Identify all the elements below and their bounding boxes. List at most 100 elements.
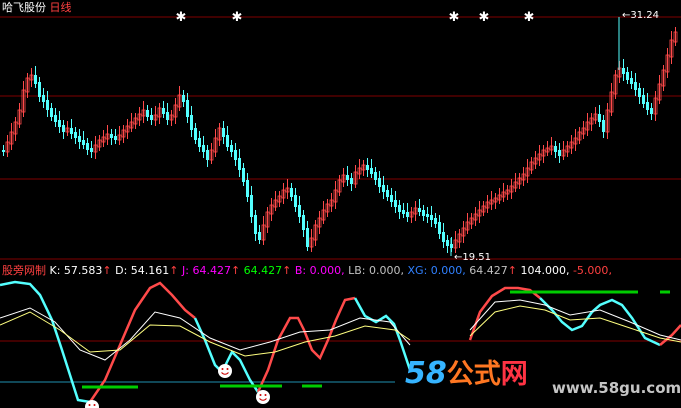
star-marker-icon: ✱ xyxy=(524,10,535,25)
high-price-label: ←31.24 xyxy=(622,10,660,21)
candle-body xyxy=(554,146,557,152)
watermark-logo: 58公式网 xyxy=(405,356,528,391)
candle-body xyxy=(194,128,197,140)
candle-body xyxy=(62,125,65,132)
stock-chart-canvas[interactable]: ✱ ✱ ✱ ✱ ✱ xyxy=(0,0,681,408)
indicator-value-2: J: 64.427↑ xyxy=(178,264,241,277)
candle-body xyxy=(306,228,309,247)
candle-body xyxy=(350,178,353,184)
j-line-segment xyxy=(88,281,196,403)
candle-body xyxy=(78,136,81,142)
candle-body xyxy=(242,168,245,182)
candle-body xyxy=(54,115,57,122)
stock-name: 哈飞股份 xyxy=(2,1,46,14)
candle-body xyxy=(90,148,93,152)
indicator-value-5: LB: 0.000, xyxy=(344,264,405,277)
smiley-eye xyxy=(264,394,267,396)
candle-body xyxy=(390,195,393,202)
candle-body xyxy=(186,100,189,117)
candle-body xyxy=(166,112,169,120)
candle-body xyxy=(434,218,437,224)
candle-body xyxy=(58,120,61,127)
candle-body xyxy=(402,210,405,214)
signal-markers: ✱ ✱ ✱ ✱ ✱ xyxy=(85,10,534,408)
watermark-url: www.58gu.com xyxy=(552,379,681,397)
candle-body xyxy=(406,212,409,217)
low-price-label: ←19.51 xyxy=(454,252,492,263)
candle-body xyxy=(378,178,381,187)
smiley-eye xyxy=(93,404,96,406)
candle-body xyxy=(226,135,229,147)
candle-body xyxy=(110,134,113,138)
j-line-segment xyxy=(193,317,260,393)
candle-body xyxy=(258,232,261,240)
candle-body xyxy=(46,100,49,110)
candle-body xyxy=(50,108,53,117)
indicator-value-0: K: 57.583↑ xyxy=(49,264,112,277)
indicator-value-9: -5.000, xyxy=(569,264,612,277)
indicator-header: 股旁网制 K: 57.583↑ D: 54.161↑ J: 64.427↑ 64… xyxy=(2,265,612,277)
smiley-eye xyxy=(259,394,262,396)
candle-body xyxy=(386,190,389,197)
smiley-eye xyxy=(226,368,229,370)
candle-body xyxy=(294,195,297,207)
candle-body xyxy=(146,110,149,117)
period-label[interactable]: 日线 xyxy=(50,1,72,14)
candle-body xyxy=(426,214,429,217)
candle-body xyxy=(626,72,629,80)
candle-body xyxy=(602,120,605,132)
candle-body xyxy=(650,108,653,114)
candle-body xyxy=(70,128,73,134)
candle-body xyxy=(302,215,305,230)
candle-body xyxy=(222,128,225,137)
candle-body xyxy=(446,240,449,246)
candle-body xyxy=(638,88,641,97)
candle-body xyxy=(198,138,201,147)
candle-body xyxy=(622,68,625,74)
candle-body xyxy=(298,205,301,217)
star-marker-icon: ✱ xyxy=(479,10,490,25)
candle-body xyxy=(34,75,37,84)
candle-body xyxy=(182,95,185,102)
j-line-segment xyxy=(468,286,541,341)
candle-body xyxy=(234,150,237,160)
candle-body xyxy=(370,168,373,174)
candle-body xyxy=(190,115,193,130)
candle-body xyxy=(254,215,257,234)
indicator-value-4: B: 0.000, xyxy=(291,264,345,277)
candle-body xyxy=(642,95,645,104)
candle-body xyxy=(162,108,165,114)
candle-body xyxy=(86,143,89,150)
candle-body xyxy=(558,150,561,156)
candle-body xyxy=(206,150,209,160)
smiley-face xyxy=(256,390,270,404)
candle-body xyxy=(150,115,153,120)
smiley-face xyxy=(218,364,232,378)
candle-body xyxy=(42,95,45,102)
candle-body xyxy=(438,222,441,234)
candle-body xyxy=(646,102,649,110)
candle-body xyxy=(114,136,117,140)
candlestick-series xyxy=(2,17,678,256)
indicator-value-7: 64.427↑ xyxy=(465,264,517,277)
j-line-segment xyxy=(659,324,681,346)
candle-body xyxy=(346,175,349,180)
candle-body xyxy=(418,208,421,212)
chart-title: 哈飞股份 日线 xyxy=(2,2,72,14)
candle-body xyxy=(598,114,601,122)
indicator-value-1: D: 54.161↑ xyxy=(111,264,179,277)
indicator-name[interactable]: 股旁网制 xyxy=(2,264,46,277)
candle-body xyxy=(366,165,369,170)
candle-body xyxy=(430,215,433,220)
candle-body xyxy=(630,78,633,84)
candle-body xyxy=(374,172,377,180)
j-line-segment xyxy=(256,296,356,393)
candle-body xyxy=(442,232,445,242)
candle-body xyxy=(38,82,41,97)
candle-body xyxy=(246,180,249,197)
candle-body xyxy=(290,188,293,197)
indicator-value-3: 64.427↑ xyxy=(240,264,292,277)
star-marker-icon: ✱ xyxy=(232,10,243,25)
candle-body xyxy=(2,150,5,152)
candle-body xyxy=(230,145,233,152)
